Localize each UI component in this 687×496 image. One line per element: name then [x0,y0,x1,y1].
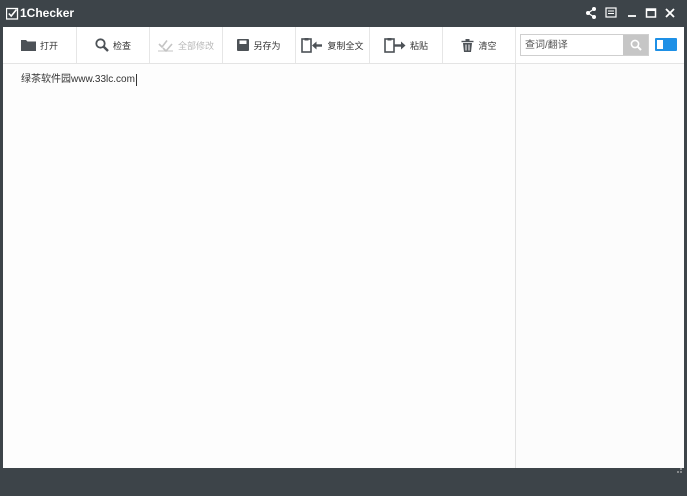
toggle-knob [657,40,663,49]
folder-icon [20,40,36,51]
editor-content[interactable]: 绿茶软件园www.33lc.com [21,74,137,86]
title-bar: 1Checker [0,0,687,27]
open-button[interactable]: 打开 [3,27,77,63]
side-panel-toggle[interactable] [655,38,677,51]
share-icon[interactable] [583,5,599,21]
copy-all-button[interactable]: 复制全文 [296,27,370,63]
resize-grip-icon[interactable] [673,464,683,474]
search-icon [630,39,642,51]
check-marks-icon [157,39,173,52]
copy-all-label: 复制全文 [327,40,364,51]
save-as-label: 另存为 [253,40,281,51]
app-logo-icon [6,7,19,20]
window-title: 1Checker [20,6,75,20]
editor-text: 绿茶软件园www.33lc.com [21,74,135,85]
clear-button[interactable]: 清空 [443,27,516,63]
main-frame: 打开 检查 全部修改 另存为 复制全文 粘贴 清空 查词/翻译 绿茶软件园www… [3,27,684,468]
minimize-icon[interactable] [624,5,640,21]
check-button[interactable]: 检查 [77,27,150,63]
paste-icon [384,37,406,53]
close-icon[interactable] [662,5,678,21]
open-label: 打开 [39,40,58,51]
text-caret [135,74,137,86]
search-box [520,34,649,56]
search-input[interactable] [521,35,624,55]
paste-button[interactable]: 粘贴 [370,27,443,63]
paste-label: 粘贴 [409,40,428,51]
fix-all-label: 全部修改 [177,40,214,51]
copy-icon [301,37,323,53]
status-bar [0,468,687,496]
maximize-icon[interactable] [643,5,659,21]
magnifier-icon [95,38,109,52]
toolbar: 打开 检查 全部修改 另存为 复制全文 粘贴 清空 查词/翻译 [3,27,684,64]
fix-all-button[interactable]: 全部修改 [150,27,223,63]
search-button[interactable] [623,35,648,55]
results-panel [515,64,684,468]
feedback-icon[interactable] [603,5,619,21]
clear-label: 清空 [478,40,497,51]
save-icon [237,39,250,51]
trash-icon [461,38,474,52]
check-label: 检查 [112,40,131,51]
text-editor[interactable]: 绿茶软件园www.33lc.com [3,64,515,468]
save-as-button[interactable]: 另存为 [223,27,296,63]
